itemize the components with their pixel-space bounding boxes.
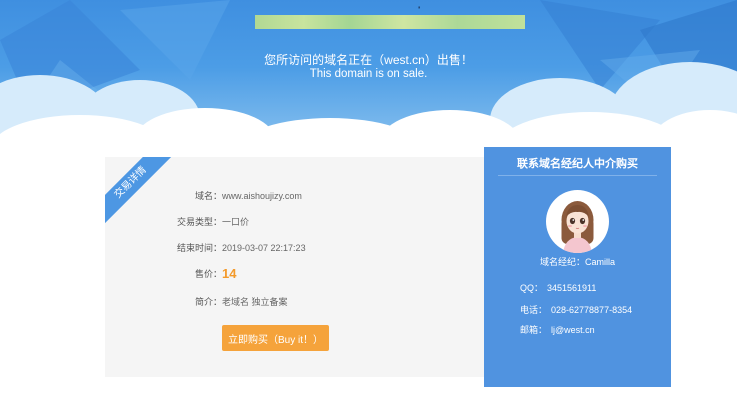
avatar-girl-icon <box>561 201 594 253</box>
broker-title: 联系域名经纪人中介购买 <box>517 158 638 170</box>
trade-type-label: 交易类型： <box>176 217 222 227</box>
end-time-label: 结束时间： <box>176 243 222 253</box>
email-value[interactable]: lj@west.cn <box>551 325 595 335</box>
broker-phone: 电话： 028-62778877-8354 <box>520 303 632 316</box>
broker-qq: QQ： 3451561911 <box>520 281 596 294</box>
buy-now-button[interactable]: 立即购买（Buy it！） <box>222 325 329 351</box>
end-time-value: 2019-03-07 22:17:23 <box>222 243 306 253</box>
qq-value[interactable]: 3451561911 <box>547 283 596 293</box>
price-label: 售价： <box>194 269 222 279</box>
blurred-domain-strip <box>255 15 525 29</box>
domain-label: 域名： <box>194 191 222 201</box>
broker-name: 域名经纪：Camilla <box>539 257 615 267</box>
headline-english: This domain is on sale. <box>309 68 428 80</box>
price-value: 14 <box>222 266 237 281</box>
domain-value: www.aishoujizy.com <box>222 191 302 201</box>
phone-value[interactable]: 028-62778877-8354 <box>551 305 632 315</box>
email-label: 邮箱： <box>520 325 548 335</box>
hero-banner: '' 您所访问的域名正在（west.cn）出售！ This domain is … <box>0 0 737 150</box>
intro-value: 老域名 独立备案 <box>222 297 288 307</box>
broker-avatar <box>546 190 609 253</box>
headline-chinese: 您所访问的域名正在（west.cn）出售！ <box>264 53 473 67</box>
trade-details-card: 交易详情 域名： www.aishoujizy.com 交易类型： 一口价 结束… <box>105 157 484 377</box>
phone-label: 电话： <box>520 305 548 315</box>
trade-type-value: 一口价 <box>222 217 250 227</box>
intro-label: 简介： <box>194 297 222 307</box>
broker-email: 邮箱： lj@west.cn <box>520 323 595 336</box>
qq-label: QQ： <box>520 283 544 293</box>
broker-card: 联系域名经纪人中介购买 域名经纪：Camilla QQ： 3451561911 … <box>484 147 671 387</box>
strip-mark-icon: '' <box>418 5 420 15</box>
broker-divider <box>498 175 657 176</box>
